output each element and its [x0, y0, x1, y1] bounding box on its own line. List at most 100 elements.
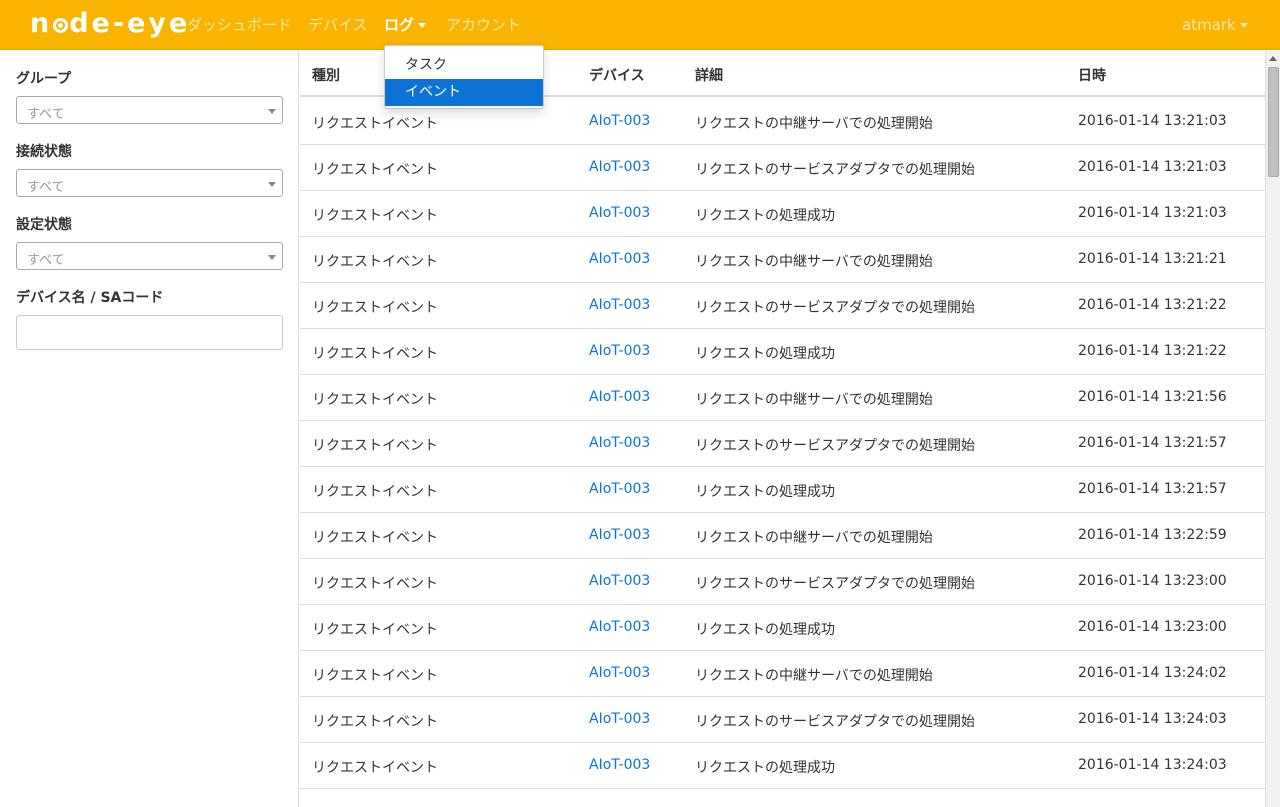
cell-device-link[interactable]: AIoT-003: [589, 113, 650, 129]
device-search-input[interactable]: [16, 315, 283, 350]
chevron-down-icon: [268, 109, 276, 114]
cell-device-link[interactable]: AIoT-003: [589, 757, 650, 773]
nav-account[interactable]: アカウント: [446, 15, 521, 35]
nav-logs-label: ログ: [384, 16, 415, 34]
cell-device-link[interactable]: AIoT-003: [589, 159, 650, 175]
cell-datetime: 2016-01-14 13:21:22: [1078, 343, 1227, 359]
cell-device-link[interactable]: AIoT-003: [589, 251, 650, 267]
filter-sidebar: グループ すべて 接続状態 すべて 設定状態 すべて デバイス名 / SAコード: [0, 51, 299, 807]
cell-device-link[interactable]: AIoT-003: [589, 435, 650, 451]
cell-datetime: 2016-01-14 13:21:57: [1078, 435, 1227, 451]
cell-datetime: 2016-01-14 13:21:21: [1078, 251, 1227, 267]
cell-device-link[interactable]: AIoT-003: [589, 481, 650, 497]
cell-type: リクエストイベント: [312, 714, 438, 730]
cell-device-link[interactable]: AIoT-003: [589, 343, 650, 359]
table-row[interactable]: リクエストイベント AIoT-003 リクエストのサービスアダプタでの処理開始 201…: [300, 421, 1265, 467]
cell-device-link[interactable]: AIoT-003: [589, 619, 650, 635]
cell-type: リクエストイベント: [312, 760, 438, 776]
cell-detail: リクエストの中継サーバでの処理開始: [695, 116, 933, 132]
cell-datetime: 2016-01-14 13:24:02: [1078, 665, 1227, 681]
header-device[interactable]: デバイス: [589, 65, 645, 85]
chevron-down-icon: [268, 182, 276, 187]
cell-type: リクエストイベント: [312, 438, 438, 454]
cell-type: リクエストイベント: [312, 576, 438, 592]
cell-type: リクエストイベント: [312, 530, 438, 546]
cell-device-link[interactable]: AIoT-003: [589, 389, 650, 405]
scroll-up-arrow-icon[interactable]: [1269, 56, 1277, 61]
brand-suffix: de-eye: [69, 8, 191, 39]
cell-detail: リクエストの中継サーバでの処理開始: [695, 254, 933, 270]
nav-logs[interactable]: ログ: [384, 15, 427, 35]
table-row[interactable]: リクエストイベント AIoT-003 リクエストの中継サーバでの処理開始 2016-0…: [300, 375, 1265, 421]
dropdown-item-task[interactable]: タスク: [385, 52, 543, 79]
cell-type: リクエストイベント: [312, 208, 438, 224]
cell-type: リクエストイベント: [312, 622, 438, 638]
cell-datetime: 2016-01-14 13:21:57: [1078, 481, 1227, 497]
config-select[interactable]: すべて: [16, 242, 283, 270]
table-row[interactable]: リクエストイベント AIoT-003 リクエストの中継サーバでの処理開始 2016-0…: [300, 237, 1265, 283]
chevron-down-icon: [418, 23, 427, 28]
nav-devices[interactable]: デバイス: [308, 15, 368, 35]
top-navbar: n de-eye ダッシュボード デバイス ログ アカウント atmark: [0, 0, 1280, 50]
chevron-down-icon: [268, 255, 276, 260]
cell-detail: リクエストのサービスアダプタでの処理開始: [695, 714, 975, 730]
cell-detail: リクエストのサービスアダプタでの処理開始: [695, 300, 975, 316]
table-row[interactable]: リクエストイベント AIoT-003 リクエストの処理成功 2016-01-14 13…: [300, 191, 1265, 237]
table-row[interactable]: リクエストイベント AIoT-003 リクエストの中継サーバでの処理開始 2016-0…: [300, 651, 1265, 697]
table-body: リクエストイベント AIoT-003 リクエストの中継サーバでの処理開始 2016-0…: [300, 99, 1265, 789]
table-row[interactable]: リクエストイベント AIoT-003 リクエストの処理成功 2016-01-14 13…: [300, 743, 1265, 789]
table-row[interactable]: リクエストイベント AIoT-003 リクエストのサービスアダプタでの処理開始 201…: [300, 145, 1265, 191]
cell-type: リクエストイベント: [312, 346, 438, 362]
table-row[interactable]: リクエストイベント AIoT-003 リクエストの処理成功 2016-01-14 13…: [300, 605, 1265, 651]
cell-datetime: 2016-01-14 13:21:03: [1078, 113, 1227, 129]
chevron-down-icon: [1239, 23, 1248, 28]
cell-type: リクエストイベント: [312, 392, 438, 408]
cell-datetime: 2016-01-14 13:24:03: [1078, 711, 1227, 727]
table-row[interactable]: リクエストイベント AIoT-003 リクエストの処理成功 2016-01-14 13…: [300, 467, 1265, 513]
header-type[interactable]: 種別: [312, 65, 340, 85]
table-row[interactable]: リクエストイベント AIoT-003 リクエストのサービスアダプタでの処理開始 201…: [300, 559, 1265, 605]
user-menu[interactable]: atmark: [1182, 15, 1248, 35]
config-select-value: すべて: [27, 253, 65, 268]
cell-detail: リクエストの処理成功: [695, 484, 835, 500]
cell-type: リクエストイベント: [312, 254, 438, 270]
cell-type: リクエストイベント: [312, 300, 438, 316]
cell-detail: リクエストのサービスアダプタでの処理開始: [695, 576, 975, 592]
group-select-value: すべて: [27, 107, 65, 122]
nav-dashboard[interactable]: ダッシュボード: [187, 15, 292, 35]
log-dropdown-menu: タスク イベント: [384, 45, 544, 109]
cell-datetime: 2016-01-14 13:23:00: [1078, 573, 1227, 589]
cell-device-link[interactable]: AIoT-003: [589, 297, 650, 313]
cell-device-link[interactable]: AIoT-003: [589, 711, 650, 727]
cell-detail: リクエストの処理成功: [695, 622, 835, 638]
user-name: atmark: [1182, 16, 1236, 34]
config-filter-label: 設定状態: [16, 217, 72, 233]
connection-filter-label: 接続状態: [16, 144, 72, 160]
brand-logo[interactable]: n de-eye: [30, 8, 190, 40]
dropdown-item-event[interactable]: イベント: [385, 79, 543, 106]
eye-icon: [53, 18, 69, 33]
header-datetime[interactable]: 日時: [1078, 65, 1106, 85]
table-row[interactable]: リクエストイベント AIoT-003 リクエストのサービスアダプタでの処理開始 201…: [300, 283, 1265, 329]
header-detail[interactable]: 詳細: [695, 65, 723, 85]
cell-device-link[interactable]: AIoT-003: [589, 527, 650, 543]
cell-datetime: 2016-01-14 13:24:03: [1078, 757, 1227, 773]
group-select[interactable]: すべて: [16, 96, 283, 124]
cell-device-link[interactable]: AIoT-003: [589, 665, 650, 681]
cell-datetime: 2016-01-14 13:21:56: [1078, 389, 1227, 405]
table-row[interactable]: リクエストイベント AIoT-003 リクエストの処理成功 2016-01-14 13…: [300, 329, 1265, 375]
table-row[interactable]: リクエストイベント AIoT-003 リクエストの中継サーバでの処理開始 2016-0…: [300, 513, 1265, 559]
vertical-scrollbar[interactable]: [1265, 51, 1280, 807]
cell-detail: リクエストのサービスアダプタでの処理開始: [695, 438, 975, 454]
cell-device-link[interactable]: AIoT-003: [589, 205, 650, 221]
connection-select[interactable]: すべて: [16, 169, 283, 197]
cell-device-link[interactable]: AIoT-003: [589, 573, 650, 589]
device-search-label: デバイス名 / SAコード: [16, 290, 164, 306]
scrollbar-thumb[interactable]: [1268, 67, 1279, 177]
cell-type: リクエストイベント: [312, 668, 438, 684]
cell-datetime: 2016-01-14 13:23:00: [1078, 619, 1227, 635]
cell-datetime: 2016-01-14 13:21:03: [1078, 205, 1227, 221]
brand-prefix: n: [30, 8, 53, 39]
table-row[interactable]: リクエストイベント AIoT-003 リクエストのサービスアダプタでの処理開始 201…: [300, 697, 1265, 743]
cell-type: リクエストイベント: [312, 116, 438, 132]
